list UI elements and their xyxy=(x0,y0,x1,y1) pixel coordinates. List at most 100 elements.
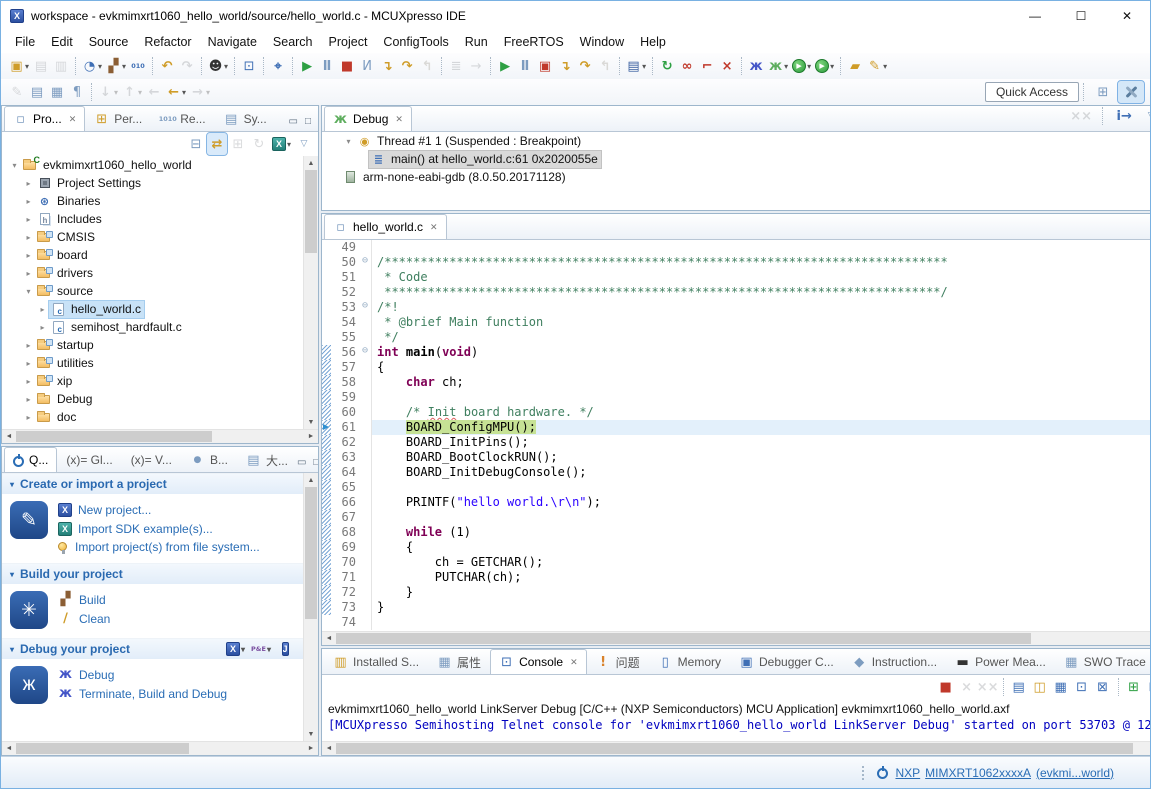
pencil-button[interactable]: ✎ xyxy=(7,81,27,103)
user-profile-button[interactable]: ☻▾ xyxy=(206,55,230,77)
code-line-66[interactable]: 66 PRINTF("hello world.\r\n"); xyxy=(322,495,1151,510)
scroll-right-icon[interactable]: ► xyxy=(304,430,318,443)
code-line-55[interactable]: 55 */ xyxy=(322,330,1151,345)
mcux-menu-button[interactable]: X▾ xyxy=(270,133,293,155)
tab-memory[interactable]: ▯Memory xyxy=(649,649,730,674)
step-into-alt-button[interactable]: ↴ xyxy=(555,55,575,77)
minimize-view-button[interactable]: ▭ xyxy=(289,117,298,127)
tab-per[interactable]: ⊞Per... xyxy=(85,106,151,131)
profile-book-dropdown-icon[interactable]: ▾ xyxy=(642,62,646,71)
expand-icon[interactable]: ▸ xyxy=(22,251,35,260)
code-line-61[interactable]: 61 BOARD_ConfigMPU(); xyxy=(322,420,1151,435)
build-dropdown-icon[interactable]: ▾ xyxy=(122,62,126,71)
section-header-debug-your-project[interactable]: ▾Debug your projectX▾P&E▾J xyxy=(2,638,303,659)
linkserver-x-button[interactable]: X▾ xyxy=(224,638,247,660)
probe-button[interactable]: ⌖ xyxy=(268,55,288,77)
external-tools-dropdown-icon[interactable]: ▾ xyxy=(883,62,887,71)
code-text[interactable]: * @brief Main function xyxy=(372,315,1151,330)
code-text[interactable]: int main(void) xyxy=(372,345,1151,360)
code-line-50[interactable]: 50⊖/************************************… xyxy=(322,255,1151,270)
menu-project[interactable]: Project xyxy=(321,33,376,51)
maximize-button[interactable]: ☐ xyxy=(1058,1,1104,31)
resume-at-line-button[interactable]: → xyxy=(466,55,486,77)
tab-item[interactable]: !问题 xyxy=(587,649,649,674)
mcux-menu-dropdown-icon[interactable]: ▾ xyxy=(287,140,291,149)
build-button[interactable]: ▞▾ xyxy=(104,55,128,77)
scroll-down-icon[interactable]: ▼ xyxy=(304,415,318,429)
code-line-51[interactable]: 51 * Code xyxy=(322,270,1151,285)
menu-run[interactable]: Run xyxy=(457,33,496,51)
console-horizontal-scrollbar[interactable]: ◄ ► xyxy=(322,741,1151,755)
tab-x-gl[interactable]: (x)= Gl... xyxy=(57,447,121,472)
remove-all-terminated-button[interactable]: ×× xyxy=(978,676,998,698)
tab-x-v[interactable]: (x)= V... xyxy=(122,447,181,472)
scroll-up-icon[interactable]: ▲ xyxy=(304,473,318,487)
link-with-selection-button[interactable]: ▤ xyxy=(27,81,47,103)
code-text[interactable] xyxy=(372,240,1151,255)
expand-icon[interactable]: ▸ xyxy=(36,305,49,314)
code-line-68[interactable]: 68 while (1) xyxy=(322,525,1151,540)
show-whitespace-button[interactable]: ¶ xyxy=(67,81,87,103)
expand-icon[interactable]: ▸ xyxy=(22,197,35,206)
tree-item-binaries[interactable]: ▸⊛Binaries xyxy=(2,192,303,210)
quickstart-link-clean[interactable]: ∕Clean xyxy=(58,611,110,626)
code-text[interactable]: ****************************************… xyxy=(372,285,1151,300)
explorer-horizontal-scrollbar[interactable]: ◄ ► xyxy=(2,429,318,443)
section-header-build-your-project[interactable]: ▾Build your project xyxy=(2,563,303,584)
next-annotation-button[interactable]: ↓▾ xyxy=(96,81,120,103)
forward-button[interactable]: →▾ xyxy=(188,81,212,103)
power-icon[interactable] xyxy=(877,768,888,779)
collapse-all-button[interactable]: ⊟ xyxy=(186,133,206,155)
new-wizard-button[interactable]: ▣▾ xyxy=(7,55,31,77)
suspend-button[interactable]: Ⅱ xyxy=(317,55,337,77)
code-text[interactable]: PUTCHAR(ch); xyxy=(372,570,1151,585)
scroll-left-icon[interactable]: ◄ xyxy=(2,430,16,443)
tree-item-project-settings[interactable]: ▸Project Settings xyxy=(2,174,303,192)
close-tab-icon[interactable]: ✕ xyxy=(395,114,403,125)
menu-refactor[interactable]: Refactor xyxy=(136,33,199,51)
step-over-button[interactable]: ↷ xyxy=(397,55,417,77)
tree-item-main-at-hello-world-c-61-0x2020055e[interactable]: ≣main() at hello_world.c:61 0x2020055e xyxy=(322,150,1151,168)
redo-button[interactable]: ↷ xyxy=(177,55,197,77)
quickstart-vertical-scrollbar[interactable]: ▲ ▼ xyxy=(303,473,318,741)
save-all-button[interactable]: ▥ xyxy=(51,55,71,77)
scroll-left-icon[interactable]: ◄ xyxy=(322,742,336,755)
open-resource-button[interactable]: ▰ xyxy=(845,55,865,77)
tab-hello-world-c[interactable]: ▫hello_world.c✕ xyxy=(324,214,447,239)
code-line-70[interactable]: 70 ch = GETCHAR(); xyxy=(322,555,1151,570)
code-editor[interactable]: 4950⊖/**********************************… xyxy=(322,240,1151,631)
expand-icon[interactable]: ▸ xyxy=(22,179,35,188)
bootrom-button[interactable]: ⌐ xyxy=(697,55,717,77)
expand-icon[interactable]: ▸ xyxy=(22,395,35,404)
scroll-left-icon[interactable]: ◄ xyxy=(2,742,16,755)
code-line-52[interactable]: 52 *************************************… xyxy=(322,285,1151,300)
minimize-button[interactable]: — xyxy=(1012,1,1058,31)
tree-item-semihost-hardfault-c[interactable]: ▸semihost_hardfault.c xyxy=(2,318,303,336)
clear-console-button[interactable]: ▤ xyxy=(1009,676,1029,698)
terminal-console-button[interactable]: ⊡ xyxy=(239,55,259,77)
code-line-69[interactable]: 69 { xyxy=(322,540,1151,555)
status-link-mimxrt1062xxxxa[interactable]: MIMXRT1062xxxxA xyxy=(925,766,1031,780)
code-line-59[interactable]: 59 xyxy=(322,390,1151,405)
show-console-stderr-button[interactable]: ⊠ xyxy=(1093,676,1113,698)
quickstart-link-new-project[interactable]: XNew project... xyxy=(58,502,260,517)
terminate-button[interactable]: ■ xyxy=(936,676,956,698)
menu-navigate[interactable]: Navigate xyxy=(200,33,265,51)
close-tab-icon[interactable]: ✕ xyxy=(69,114,77,125)
tree-item-debug[interactable]: ▸Debug xyxy=(2,390,303,408)
code-line-63[interactable]: 63 BOARD_BootClockRUN(); xyxy=(322,450,1151,465)
view-menu-button[interactable]: ▽ xyxy=(1141,105,1151,127)
code-line-62[interactable]: 62 BOARD_InitPins(); xyxy=(322,435,1151,450)
undo-button[interactable]: ↶ xyxy=(157,55,177,77)
code-line-71[interactable]: 71 PUTCHAR(ch); xyxy=(322,570,1151,585)
tree-item-doc[interactable]: ▸doc xyxy=(2,408,303,426)
profile-book-button[interactable]: ▤▾ xyxy=(624,55,648,77)
maximize-view-button[interactable]: □ xyxy=(305,117,311,127)
code-text[interactable]: * Code xyxy=(372,270,1151,285)
code-text[interactable]: } xyxy=(372,585,1151,600)
close-button[interactable]: ✕ xyxy=(1104,1,1150,31)
back-button[interactable]: ←▾ xyxy=(164,81,188,103)
refresh-button[interactable]: ↻ xyxy=(249,133,269,155)
expand-icon[interactable]: ▸ xyxy=(22,269,35,278)
menu-source[interactable]: Source xyxy=(81,33,137,51)
